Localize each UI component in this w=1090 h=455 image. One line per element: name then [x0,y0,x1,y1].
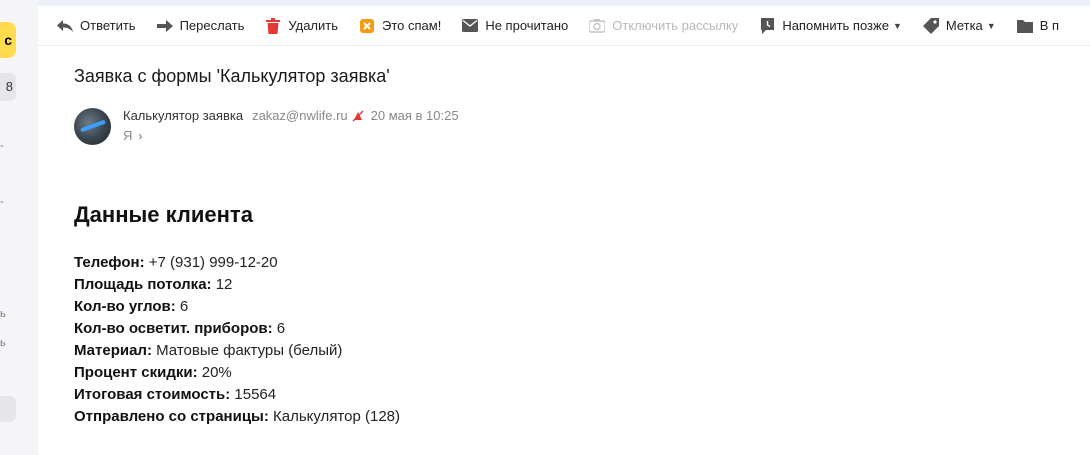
field-value: 20% [197,364,232,381]
unsubscribe-icon [588,17,606,35]
field-row: Процент скидки: 20% [74,362,400,384]
envelope-icon [461,17,479,35]
reminder-icon [758,17,776,35]
field-value: Матовые фактуры (белый) [151,342,343,359]
field-label: Площадь потолка: [74,276,212,293]
move-to-folder-label: В п [1039,18,1060,33]
field-label: Кол-во углов: [74,298,176,315]
field-row: Кол-во осветит. приборов: 6 [74,318,400,340]
field-row: Итоговая стоимость: 15564 [74,384,400,406]
spam-label: Это спам! [382,18,442,33]
forward-label: Переслать [179,18,245,33]
sidebar-fragment: - [0,140,4,152]
unsubscribe-button[interactable]: Отключить рассылку [578,6,748,45]
chevron-down-icon: ▼ [986,20,996,31]
sidebar-fragment[interactable]: ь [0,337,8,349]
reply-label: Ответить [80,18,136,33]
move-to-folder-button[interactable]: В п [1006,6,1069,45]
field-value: 6 [272,320,286,337]
compose-button[interactable]: с [0,22,16,58]
field-row: Отправлено со страницы: Калькулятор (128… [74,406,400,428]
remind-later-button[interactable]: Напомнить позже ▼ [748,6,912,45]
label-button[interactable]: Метка ▼ [912,6,1006,45]
trash-icon [264,17,282,35]
unsubscribe-label: Отключить рассылку [612,18,739,33]
mark-unread-label: Не прочитано [485,18,569,33]
field-row: Кол-во углов: 6 [74,296,400,318]
remind-later-label: Напомнить позже [782,18,889,33]
chevron-right-icon: › [138,128,143,143]
field-label: Итоговая стоимость: [74,386,231,403]
field-row: Телефон: +7 (931) 999-12-20 [74,252,400,274]
field-label: Телефон: [74,254,145,271]
spam-icon [358,17,376,35]
message-subject: Заявка с формы 'Калькулятор заявка' [74,66,390,86]
sidebar-button[interactable] [0,396,16,422]
field-row: Материал: Матовые фактуры (белый) [74,340,400,362]
body-heading: Данные клиента [74,202,253,227]
tag-icon [922,17,940,35]
field-row: Площадь потолка: 12 [74,274,400,296]
folder-icon [1016,17,1034,35]
field-label: Кол-во осветит. приборов: [74,320,273,337]
recipient-name: Я [123,128,133,143]
field-value: +7 (931) 999-12-20 [144,254,278,271]
recipient-line[interactable]: Я › [123,128,142,143]
sender-email[interactable]: zakaz@nwlife.ru [252,108,348,123]
reply-icon [56,17,74,35]
avatar-graphic [80,119,106,133]
sidebar-fragment: - [0,196,4,208]
delete-button[interactable]: Удалить [254,6,348,45]
sender-line: Калькулятор заявка zakaz@nwlife.ru 20 ма… [123,108,459,123]
field-label: Процент скидки: [74,364,198,381]
field-value: 6 [175,298,189,315]
mark-unread-button[interactable]: Не прочитано [451,6,578,45]
field-value: 12 [211,276,233,293]
message-toolbar: Ответить Переслать Удалить Это спам! Не … [38,6,1090,46]
field-value: 15564 [230,386,277,403]
field-value: Калькулятор (128) [268,408,401,425]
delete-label: Удалить [288,18,339,33]
sender-name[interactable]: Калькулятор заявка [123,108,243,123]
field-label: Отправлено со страницы: [74,408,269,425]
inbox-counter[interactable]: 8 [0,73,16,101]
chevron-down-icon: ▼ [892,20,902,31]
left-sidebar: с 8 - - ь ь [0,0,38,455]
message-date: 20 мая в 10:25 [370,108,459,123]
sender-avatar[interactable] [74,108,111,145]
spam-button[interactable]: Это спам! [348,6,451,45]
field-label: Материал: [74,342,152,359]
sidebar-fragment[interactable]: ь [0,308,8,320]
unverified-sender-icon[interactable] [352,110,364,122]
forward-button[interactable]: Переслать [146,6,255,45]
forward-icon [156,17,174,35]
label-label: Метка [945,18,983,33]
client-data-list: Телефон: +7 (931) 999-12-20 Площадь пото… [74,252,400,428]
reply-button[interactable]: Ответить [46,6,146,45]
